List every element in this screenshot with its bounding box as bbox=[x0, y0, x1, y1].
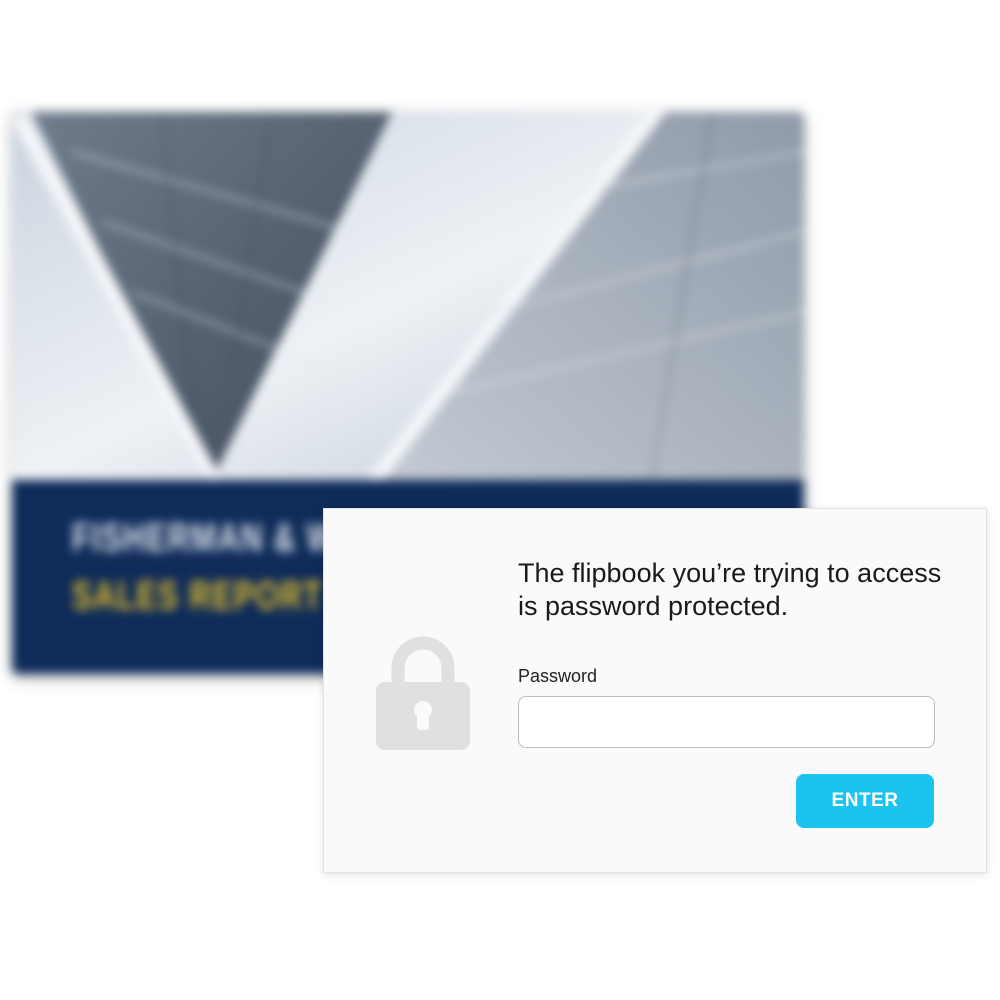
password-label: Password bbox=[518, 666, 598, 686]
cover-photo bbox=[12, 112, 804, 480]
page: FISHERMAN & W SALES REPORT The flipbook … bbox=[0, 0, 1000, 1000]
building-facade-image bbox=[12, 112, 804, 480]
dialog-message: The flipbook you’re trying to access is … bbox=[518, 558, 942, 621]
lock-icon bbox=[376, 634, 470, 750]
password-input[interactable] bbox=[518, 696, 935, 748]
cover-title: FISHERMAN & W bbox=[72, 516, 337, 560]
enter-button[interactable]: ENTER bbox=[796, 774, 934, 828]
cover-subtitle: SALES REPORT bbox=[72, 574, 324, 618]
password-dialog: The flipbook you’re trying to access is … bbox=[323, 508, 987, 873]
